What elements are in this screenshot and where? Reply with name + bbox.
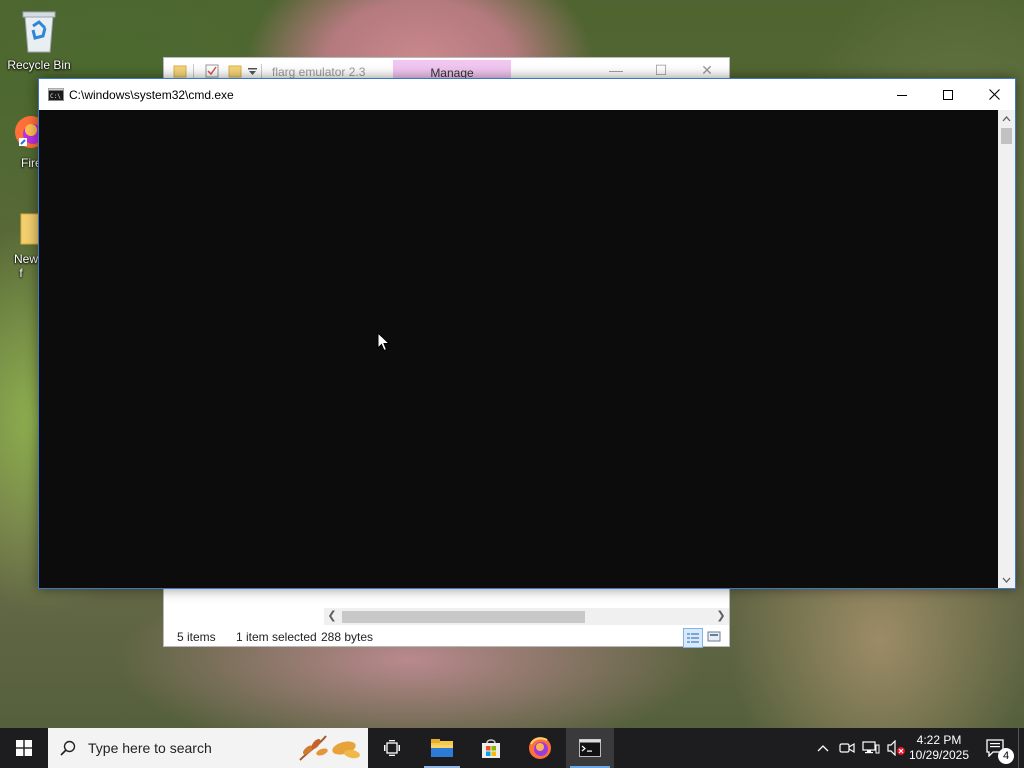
status-selection: 1 item selected xyxy=(236,630,317,644)
search-highlight-autumn-leaves-icon xyxy=(299,735,360,761)
mouse-cursor-icon xyxy=(377,332,390,352)
taskbar-microsoft-store[interactable] xyxy=(467,728,515,768)
taskbar-search-box[interactable]: Type here to search xyxy=(48,728,368,768)
explorer-status-bar: 5 items 1 item selected 288 bytes xyxy=(164,628,729,648)
explorer-close-button[interactable]: ✕ xyxy=(692,62,722,79)
qat-divider xyxy=(193,64,194,78)
notification-count-badge: 4 xyxy=(998,748,1014,764)
tray-volume[interactable] xyxy=(884,728,908,768)
scroll-up-arrow-icon[interactable] xyxy=(998,110,1015,127)
taskbar-task-view[interactable] xyxy=(368,728,416,768)
folder-icon xyxy=(173,65,187,78)
tray-show-hidden-icons[interactable] xyxy=(812,728,834,768)
scroll-left-arrow-icon[interactable]: ❮ xyxy=(324,608,340,625)
recycle-bin-label: Recycle Bin xyxy=(7,58,71,72)
status-items-count: 5 items xyxy=(177,630,216,644)
properties-icon[interactable] xyxy=(205,64,219,78)
explorer-maximize-button[interactable]: ☐ xyxy=(646,62,676,79)
clock-date: 10/29/2025 xyxy=(908,748,970,762)
taskbar-firefox[interactable] xyxy=(516,728,564,768)
clock-time: 4:22 PM xyxy=(916,733,962,747)
cmd-titlebar[interactable]: C:\ C:\windows\system32\cmd.exe xyxy=(39,79,1015,110)
cmd-vertical-scrollbar[interactable] xyxy=(998,110,1015,588)
folder-icon xyxy=(20,213,41,245)
tray-clock[interactable]: 4:22 PM 10/29/2025 xyxy=(908,728,970,768)
tray-notifications[interactable]: 4 xyxy=(976,728,1016,768)
command-prompt-icon xyxy=(579,739,601,757)
svg-text:C:\: C:\ xyxy=(50,93,61,100)
explorer-minimize-button[interactable]: — xyxy=(601,62,631,78)
qat-divider xyxy=(261,64,262,78)
new-folder-label: New f xyxy=(13,252,38,280)
firefox-icon xyxy=(529,737,551,759)
details-view-button[interactable] xyxy=(683,628,703,648)
show-desktop-button[interactable] xyxy=(1018,728,1019,768)
scroll-right-arrow-icon[interactable]: ❯ xyxy=(713,608,729,625)
maximize-icon xyxy=(943,89,953,100)
qat-dropdown-icon[interactable] xyxy=(248,68,257,76)
cmd-app-icon: C:\ xyxy=(48,88,64,101)
firefox-icon xyxy=(15,116,41,148)
chevron-up-icon xyxy=(817,745,829,752)
status-size: 288 bytes xyxy=(321,630,374,644)
search-placeholder: Type here to search xyxy=(88,740,212,756)
file-explorer-icon xyxy=(431,739,453,757)
desktop-icon-recycle-bin[interactable]: Recycle Bin xyxy=(1,8,77,72)
minimize-icon xyxy=(897,94,907,96)
cmd-window[interactable]: C:\ C:\windows\system32\cmd.exe xyxy=(38,78,1016,589)
cmd-maximize-button[interactable] xyxy=(925,79,971,110)
microsoft-store-icon xyxy=(482,739,500,758)
search-icon xyxy=(60,740,76,756)
volume-muted-icon xyxy=(887,740,905,756)
desktop-icon-new-folder[interactable]: New f xyxy=(1,210,41,280)
taskbar: Type here to search 4:22 PM 10/29/2025 4 xyxy=(0,728,1024,768)
details-view-icon xyxy=(687,633,699,643)
meet-now-icon xyxy=(839,742,855,754)
scrollbar-thumb[interactable] xyxy=(1001,128,1012,144)
network-icon xyxy=(862,741,880,754)
explorer-title: flarg emulator 2.3 xyxy=(272,65,366,79)
windows-logo-icon xyxy=(16,740,32,756)
cmd-minimize-button[interactable] xyxy=(879,79,925,110)
taskbar-file-explorer[interactable] xyxy=(418,728,466,768)
task-view-icon xyxy=(384,740,400,756)
scrollbar-thumb[interactable] xyxy=(342,611,585,623)
cmd-title: C:\windows\system32\cmd.exe xyxy=(69,88,234,102)
cmd-close-button[interactable] xyxy=(971,79,1017,110)
large-icons-view-icon xyxy=(707,631,721,642)
cmd-console-output[interactable] xyxy=(39,110,1000,588)
taskbar-command-prompt[interactable] xyxy=(566,728,614,768)
tray-meet-now[interactable] xyxy=(836,728,858,768)
start-button[interactable] xyxy=(0,728,48,768)
recycle-bin-icon xyxy=(22,11,56,53)
tray-network[interactable] xyxy=(860,728,882,768)
large-icons-view-button[interactable] xyxy=(705,628,725,648)
close-icon xyxy=(988,89,1000,100)
desktop-icon-firefox[interactable]: Fire xyxy=(1,112,41,170)
explorer-horizontal-scrollbar[interactable]: ❮ ❯ xyxy=(324,608,729,625)
scroll-down-arrow-icon[interactable] xyxy=(998,571,1015,588)
new-folder-icon[interactable] xyxy=(228,64,242,78)
